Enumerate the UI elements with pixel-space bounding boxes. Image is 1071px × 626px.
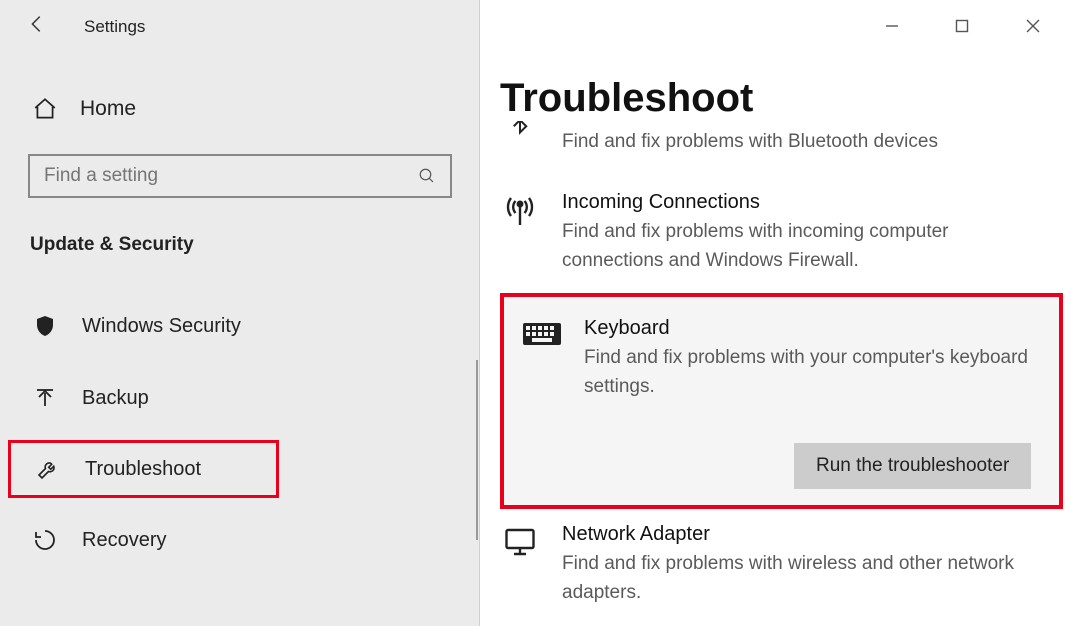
back-arrow-icon[interactable] bbox=[26, 13, 48, 41]
home-label: Home bbox=[80, 97, 136, 121]
run-troubleshooter-button[interactable]: Run the troubleshooter bbox=[794, 443, 1031, 489]
recovery-icon bbox=[32, 527, 58, 553]
ts-desc: Find and fix problems with your computer… bbox=[584, 344, 1041, 401]
search-icon bbox=[418, 167, 436, 185]
nav-list: Windows Security Backup Troubleshoot Rec… bbox=[0, 296, 479, 570]
home-icon bbox=[32, 96, 58, 122]
close-icon[interactable] bbox=[1025, 18, 1041, 39]
main-pane: Troubleshoot Find and fix problems with … bbox=[480, 0, 1071, 626]
sidebar-item-recovery[interactable]: Recovery bbox=[0, 510, 479, 570]
scrollbar[interactable] bbox=[476, 360, 478, 540]
search-box[interactable] bbox=[28, 154, 452, 198]
sidebar-item-windows-security[interactable]: Windows Security bbox=[0, 296, 479, 356]
page-title: Troubleshoot bbox=[500, 76, 1071, 121]
antenna-icon bbox=[500, 191, 540, 229]
network-adapter-icon bbox=[500, 523, 540, 561]
section-header: Update & Security bbox=[30, 234, 479, 256]
topbar: Settings bbox=[0, 0, 479, 54]
ts-desc: Find and fix problems with incoming comp… bbox=[562, 218, 1022, 275]
sidebar-item-troubleshoot[interactable]: Troubleshoot bbox=[8, 440, 279, 498]
nav-label: Windows Security bbox=[82, 315, 241, 338]
window-controls bbox=[885, 18, 1041, 39]
backup-icon bbox=[32, 385, 58, 411]
ts-desc: Find and fix problems with Bluetooth dev… bbox=[562, 128, 938, 157]
ts-title: Keyboard bbox=[584, 315, 1041, 342]
troubleshooter-network[interactable]: Network Adapter Find and fix problems wi… bbox=[500, 515, 1071, 619]
nav-label: Recovery bbox=[82, 529, 166, 552]
home-link[interactable]: Home bbox=[0, 82, 479, 136]
troubleshooter-keyboard-card: Keyboard Find and fix problems with your… bbox=[500, 293, 1063, 509]
ts-desc: Find and fix problems with wireless and … bbox=[562, 550, 1022, 607]
maximize-icon[interactable] bbox=[955, 19, 969, 38]
troubleshooter-bluetooth-partial[interactable]: Find and fix problems with Bluetooth dev… bbox=[500, 121, 938, 161]
troubleshooter-incoming[interactable]: Incoming Connections Find and fix proble… bbox=[500, 175, 1071, 287]
troubleshooter-keyboard[interactable]: Keyboard Find and fix problems with your… bbox=[522, 315, 1041, 401]
sidebar: Settings Home Update & Security Windows … bbox=[0, 0, 480, 626]
shield-icon bbox=[32, 313, 58, 339]
search-input[interactable] bbox=[44, 165, 418, 187]
nav-label: Troubleshoot bbox=[85, 458, 201, 481]
keyboard-icon bbox=[522, 317, 562, 355]
nav-label: Backup bbox=[82, 387, 149, 410]
ts-title bbox=[562, 121, 938, 126]
bluetooth-icon bbox=[500, 121, 540, 139]
sidebar-item-backup[interactable]: Backup bbox=[0, 368, 479, 428]
wrench-icon bbox=[35, 456, 61, 482]
ts-title: Incoming Connections bbox=[562, 189, 1022, 216]
app-title: Settings bbox=[84, 17, 145, 37]
ts-title: Network Adapter bbox=[562, 521, 1022, 548]
minimize-icon[interactable] bbox=[885, 19, 899, 38]
